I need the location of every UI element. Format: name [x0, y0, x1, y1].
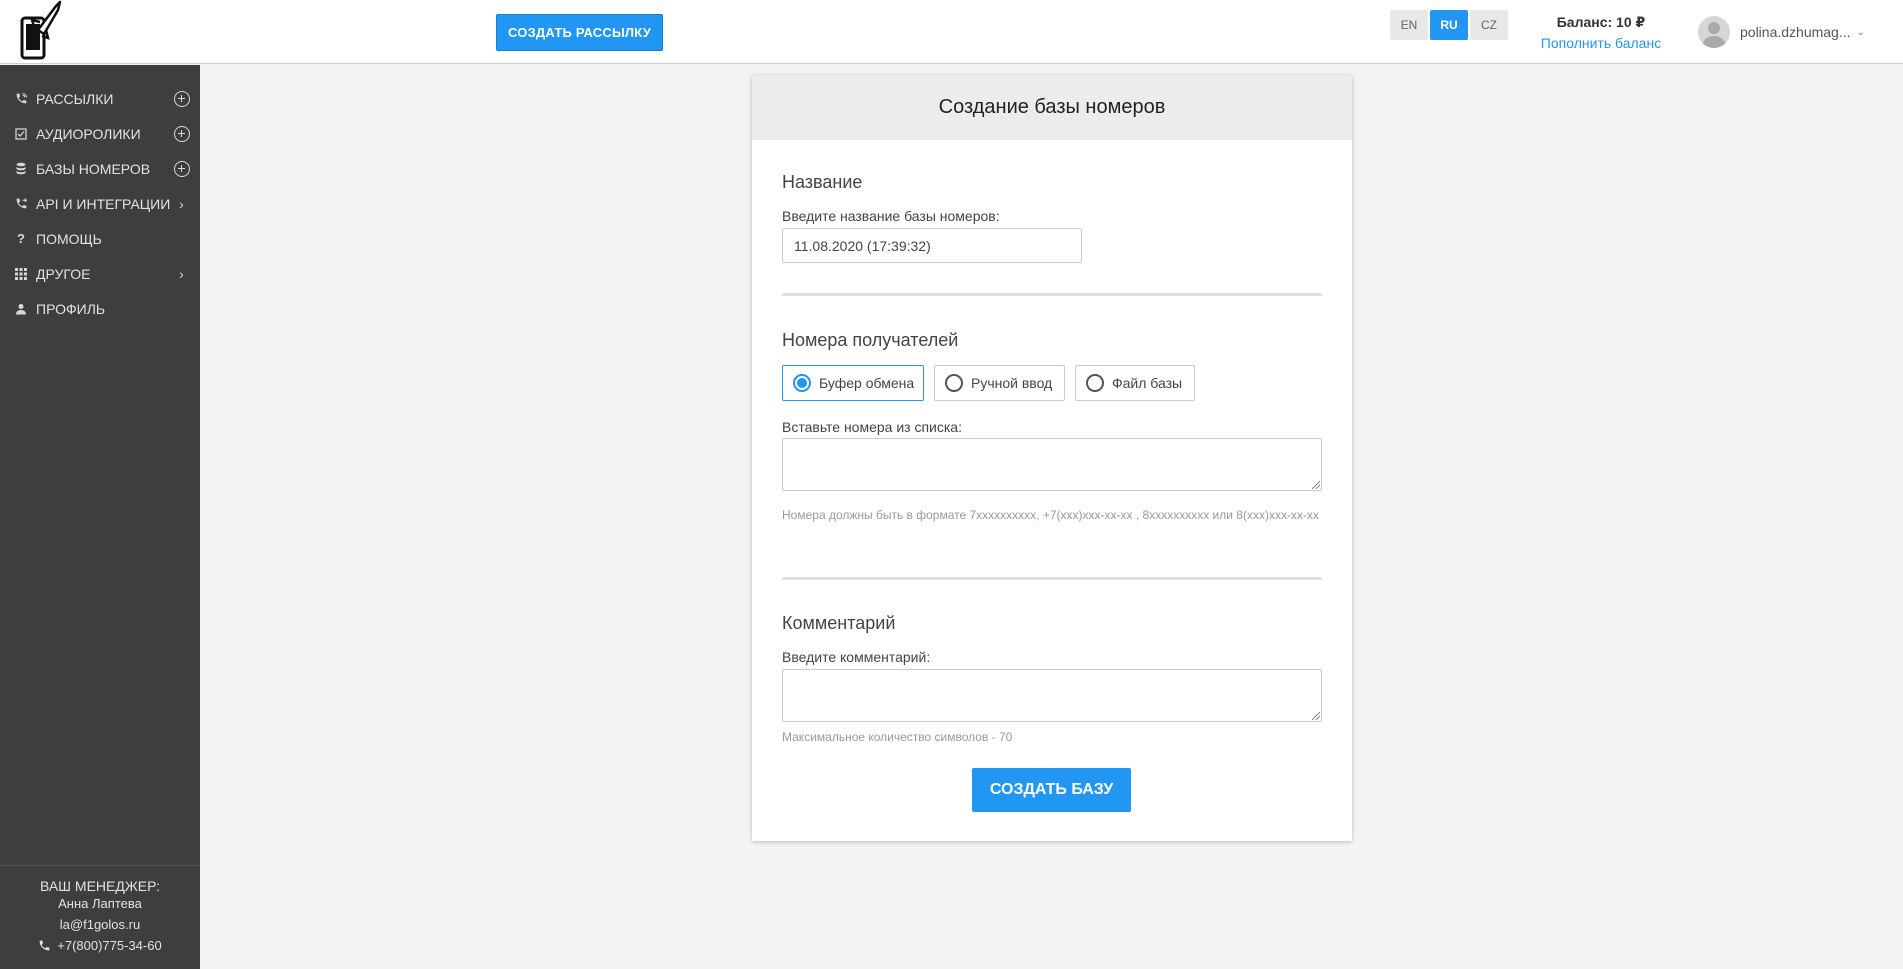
manager-phone: +7(800)775-34-60	[57, 938, 162, 953]
manager-info: ВАШ МЕНЕДЖЕР: Анна Лаптева la@f1golos.ru…	[0, 865, 200, 969]
sidebar-item-help[interactable]: ? ПОМОЩЬ	[0, 221, 200, 256]
add-mailing-plus-icon[interactable]	[173, 90, 190, 107]
source-manual-radio[interactable]: Ручной ввод	[934, 365, 1065, 401]
comment-section-title: Комментарий	[782, 613, 896, 633]
sidebar-item-label: API И ИНТЕГРАЦИИ	[36, 195, 171, 212]
comment-label: Введите комментарий:	[782, 649, 931, 665]
user-menu[interactable]: polina.dzhumag... ⌄	[1698, 16, 1865, 48]
phone-forward-icon	[14, 197, 28, 211]
page-title: Создание базы номеров	[752, 75, 1352, 140]
divider	[782, 293, 1322, 296]
radio-unchecked-icon	[945, 374, 963, 392]
paste-numbers-label: Вставьте номера из списка:	[782, 419, 962, 435]
manager-phone-row[interactable]: +7(800)775-34-60	[0, 938, 200, 953]
sidebar-item-label: ПОМОЩЬ	[36, 230, 102, 247]
logo[interactable]	[16, 0, 62, 60]
recipients-section-title: Номера получателей	[782, 330, 959, 350]
lang-cz-button[interactable]: CZ	[1470, 10, 1508, 40]
source-file-radio[interactable]: Файл базы	[1075, 365, 1195, 401]
chevron-right-icon: ›	[179, 195, 184, 212]
balance-amount: Баланс: 10 ₽	[1556, 14, 1646, 30]
checkbox-icon	[14, 127, 28, 141]
chevron-down-icon: ⌄	[1856, 26, 1865, 38]
radio-label: Файл базы	[1112, 375, 1183, 391]
top-header: СОЗДАТЬ РАССЫЛКУ EN RU CZ Баланс: 10 ₽ П…	[0, 0, 1903, 64]
balance-block: Баланс: 10 ₽ Пополнить баланс	[1530, 14, 1672, 51]
sidebar-item-audio[interactable]: АУДИОРОЛИКИ	[0, 116, 200, 151]
username: polina.dzhumag...	[1740, 24, 1851, 40]
database-icon	[14, 162, 28, 176]
create-base-button[interactable]: СОЗДАТЬ БАЗУ	[972, 768, 1131, 812]
sidebar-item-label: АУДИОРОЛИКИ	[36, 125, 141, 142]
sidebar-item-mailings[interactable]: РАССЫЛКИ	[0, 81, 200, 116]
radio-checked-icon	[793, 374, 811, 392]
person-icon	[14, 302, 28, 316]
grid-icon	[14, 267, 28, 281]
sidebar-item-number-bases[interactable]: БАЗЫ НОМЕРОВ	[0, 151, 200, 186]
sidebar-item-profile[interactable]: ПРОФИЛЬ	[0, 291, 200, 326]
radio-label: Ручной ввод	[971, 375, 1053, 391]
question-icon: ?	[17, 231, 25, 246]
sidebar: РАССЫЛКИ АУДИОРОЛИКИ БАЗЫ НОМЕРОВ API И …	[0, 65, 200, 969]
name-section-title: Название	[782, 172, 863, 192]
manager-email[interactable]: la@f1golos.ru	[0, 917, 200, 932]
language-switcher: EN RU CZ	[1390, 10, 1508, 40]
comment-hint: Максимальное количество символов - 70	[782, 730, 1013, 744]
avatar	[1698, 16, 1730, 48]
sidebar-item-api[interactable]: API И ИНТЕГРАЦИИ ›	[0, 186, 200, 221]
radio-unchecked-icon	[1086, 374, 1104, 392]
phone-icon	[39, 940, 50, 951]
radio-label: Буфер обмена	[819, 375, 915, 391]
manager-name: Анна Лаптева	[58, 896, 142, 911]
resize-handle-icon[interactable]	[1312, 712, 1320, 720]
base-name-input[interactable]: 11.08.2020 (17:39:32)	[782, 228, 1082, 263]
format-hint: Номера должны быть в формате 7xxxxxxxxxx…	[782, 508, 1319, 522]
divider	[782, 577, 1322, 580]
phone-call-icon	[14, 92, 28, 106]
add-base-plus-icon[interactable]	[173, 160, 190, 177]
sidebar-item-label: ДРУГОЕ	[36, 265, 91, 282]
chevron-right-icon: ›	[179, 265, 184, 282]
name-label: Введите название базы номеров:	[782, 208, 1000, 224]
lang-en-button[interactable]: EN	[1390, 10, 1428, 40]
lang-ru-button[interactable]: RU	[1430, 10, 1468, 40]
add-audio-plus-icon[interactable]	[173, 125, 190, 142]
source-clipboard-radio[interactable]: Буфер обмена	[782, 365, 924, 401]
comment-textarea[interactable]	[782, 669, 1322, 722]
create-mailing-button[interactable]: СОЗДАТЬ РАССЫЛКУ	[496, 14, 663, 51]
sidebar-item-label: БАЗЫ НОМЕРОВ	[36, 160, 151, 177]
sidebar-item-label: РАССЫЛКИ	[36, 90, 114, 107]
numbers-textarea[interactable]	[782, 438, 1322, 491]
sidebar-item-label: ПРОФИЛЬ	[36, 300, 106, 317]
manager-title: ВАШ МЕНЕДЖЕР:	[39, 878, 161, 894]
top-up-balance-link[interactable]: Пополнить баланс	[1530, 35, 1672, 51]
create-base-card: Создание базы номеров Название Введите н…	[752, 75, 1352, 841]
sidebar-item-other[interactable]: ДРУГОЕ ›	[0, 256, 200, 291]
resize-handle-icon[interactable]	[1312, 481, 1320, 489]
